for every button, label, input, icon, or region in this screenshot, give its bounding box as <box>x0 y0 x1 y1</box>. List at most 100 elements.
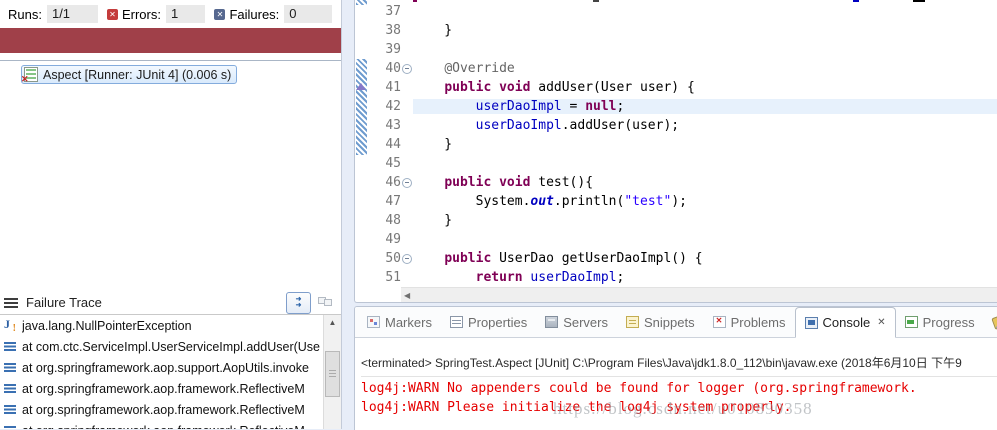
trace-text: at com.ctc.ServiceImpl.UserServiceImpl.a… <box>22 339 320 354</box>
scroll-up-icon[interactable]: ▲ <box>324 315 341 330</box>
code-line[interactable]: 47 System.out.println("test"); <box>368 192 997 211</box>
code-line[interactable]: 42 userDaoImpl = null; <box>368 97 997 116</box>
compare-result-button[interactable] <box>315 294 335 312</box>
test-tree-item-aspect[interactable]: Aspect [Runner: JUnit 4] (0.006 s) <box>21 65 238 85</box>
code-lines[interactable]: 37 38 } 39 40 @Override 41 public void addUs… <box>368 2 997 287</box>
properties-icon <box>449 316 463 328</box>
tab-label: Markers <box>385 314 432 330</box>
failure-trace-header: Failure Trace ➜ ➜ <box>0 291 341 314</box>
snippets-icon <box>626 316 639 328</box>
console-body[interactable]: <terminated> SpringTest.Aspect [JUnit] C… <box>355 338 997 418</box>
line-number[interactable]: 44 <box>368 137 401 152</box>
code-line[interactable]: 40 @Override <box>368 59 997 78</box>
line-number[interactable]: 38 <box>368 23 401 38</box>
scroll-left-icon[interactable]: ◀ <box>401 291 410 300</box>
failure-count-icon: ✕ <box>214 8 226 20</box>
servers-icon <box>545 316 559 328</box>
code-line[interactable]: 49 <box>368 230 997 249</box>
code-line[interactable]: 51 return userDaoImpl; <box>368 268 997 287</box>
editor-horizontal-scrollbar[interactable]: ◀ <box>401 287 997 302</box>
console-icon <box>804 316 818 329</box>
code-line[interactable]: 48 } <box>368 211 997 230</box>
trace-text: at org.springframework.aop.framework.Ref… <box>22 381 305 396</box>
tab-progress[interactable]: Progress <box>896 307 984 337</box>
tab-properties[interactable]: Properties <box>441 307 536 337</box>
code-line[interactable]: 38 } <box>368 21 997 40</box>
fold-collapse-icon[interactable] <box>401 253 413 264</box>
stack-frame-icon <box>4 405 16 414</box>
line-number[interactable]: 48 <box>368 213 401 228</box>
line-number[interactable]: 46 <box>368 175 401 190</box>
code-text: System.out.println("test"); <box>413 194 687 209</box>
progress-icon <box>904 316 918 328</box>
console-view-panel: Markers Properties Servers Snippets Problems… <box>354 306 997 430</box>
tab-label: Properties <box>467 314 528 330</box>
tab-search[interactable]: Search <box>984 307 997 337</box>
code-line[interactable]: 50 public UserDao getUserDaoImpl() { <box>368 249 997 268</box>
fold-collapse-icon[interactable] <box>401 177 413 188</box>
junit-test-tree[interactable]: Aspect [Runner: JUnit 4] (0.006 s) <box>0 61 341 290</box>
code-line[interactable]: 46 public void test(){ <box>368 173 997 192</box>
search-icon <box>990 314 997 330</box>
trace-row[interactable]: at org.springframework.aop.framework.Ref… <box>0 420 324 429</box>
stack-frame-icon <box>4 363 16 372</box>
line-number[interactable]: 49 <box>368 232 401 247</box>
code-line[interactable]: 39 <box>368 40 997 59</box>
line-number[interactable]: 37 <box>368 4 401 19</box>
line-number[interactable]: 51 <box>368 270 401 285</box>
tab-label: Problems <box>730 314 786 330</box>
line-number[interactable]: 40 <box>368 61 401 76</box>
line-number[interactable]: 42 <box>368 99 401 114</box>
filter-stack-trace-button[interactable]: ➜ ➜ <box>286 291 311 314</box>
scrollbar-thumb[interactable] <box>325 351 340 397</box>
java-editor[interactable]: 37 38 } 39 40 @Override 41 public void addUs… <box>354 0 997 303</box>
trace-row[interactable]: at com.ctc.ServiceImpl.UserServiceImpl.a… <box>0 336 324 357</box>
trace-row[interactable]: java.lang.NullPointerException <box>0 315 324 336</box>
code-line[interactable]: 41 public void addUser(User user) { <box>368 78 997 97</box>
tab-servers[interactable]: Servers <box>536 307 617 337</box>
junit-counters-bar: Runs: 1/1 ✕ Errors: 1 ✕ Failures: 0 <box>0 4 341 24</box>
occurrence-marker-icon <box>356 83 366 90</box>
diff-annotation <box>356 0 367 5</box>
line-number[interactable]: 43 <box>368 118 401 133</box>
tab-label: Servers <box>563 314 608 330</box>
code-line[interactable]: 43 userDaoImpl.addUser(user); <box>368 116 997 135</box>
failures-value: 0 <box>284 5 332 23</box>
code-text: userDaoImpl = null; <box>413 99 997 114</box>
test-error-icon <box>21 67 38 85</box>
annotation-ruler[interactable] <box>355 0 368 288</box>
log-line: log4j:WARN No appenders could be found f… <box>361 381 917 396</box>
tab-snippets[interactable]: Snippets <box>617 307 704 337</box>
tab-console[interactable]: Console ✕ <box>794 307 896 338</box>
code-text: public void addUser(User user) { <box>444 80 695 95</box>
code-line[interactable]: 44 } <box>368 135 997 154</box>
errors-label: Errors: <box>121 6 161 22</box>
tab-problems[interactable]: Problems <box>704 307 795 337</box>
line-number[interactable]: 50 <box>368 251 401 266</box>
fold-collapse-icon[interactable] <box>401 63 413 74</box>
trace-row[interactable]: at org.springframework.aop.framework.Ref… <box>0 399 324 420</box>
trace-row[interactable]: at org.springframework.aop.support.AopUt… <box>0 357 324 378</box>
code-line[interactable]: 45 <box>368 154 997 173</box>
code-text: userDaoImpl.addUser(user); <box>475 118 680 133</box>
tab-markers[interactable]: Markers <box>358 307 441 337</box>
line-number[interactable]: 39 <box>368 42 401 57</box>
failure-trace-list[interactable]: java.lang.NullPointerException at com.ctc… <box>0 315 324 429</box>
runs-label: Runs: <box>8 6 42 22</box>
line-number[interactable]: 41 <box>368 80 401 95</box>
trace-text: at org.springframework.aop.framework.Ref… <box>22 402 305 417</box>
line-number[interactable]: 45 <box>368 156 401 171</box>
trace-row[interactable]: at org.springframework.aop.framework.Ref… <box>0 378 324 399</box>
tab-close-icon[interactable]: ✕ <box>877 317 885 328</box>
failures-label: Failures: <box>229 6 280 22</box>
stack-frame-icon <box>4 384 16 393</box>
code-text: @Override <box>444 61 515 76</box>
console-log-area: log4j:WARN No appenders could be found f… <box>361 377 997 418</box>
line-number[interactable]: 47 <box>368 194 401 209</box>
test-item-label: Aspect [Runner: JUnit 4] (0.006 s) <box>43 67 232 82</box>
failure-trace-scrollbar[interactable]: ▲ <box>323 315 341 429</box>
code-line[interactable]: 37 <box>368 2 997 21</box>
trace-text: at org.springframework.aop.support.AopUt… <box>22 360 309 375</box>
watermark-text: https://blog.csdn.net/u010890358 <box>553 399 813 418</box>
code-text: } <box>413 23 453 38</box>
